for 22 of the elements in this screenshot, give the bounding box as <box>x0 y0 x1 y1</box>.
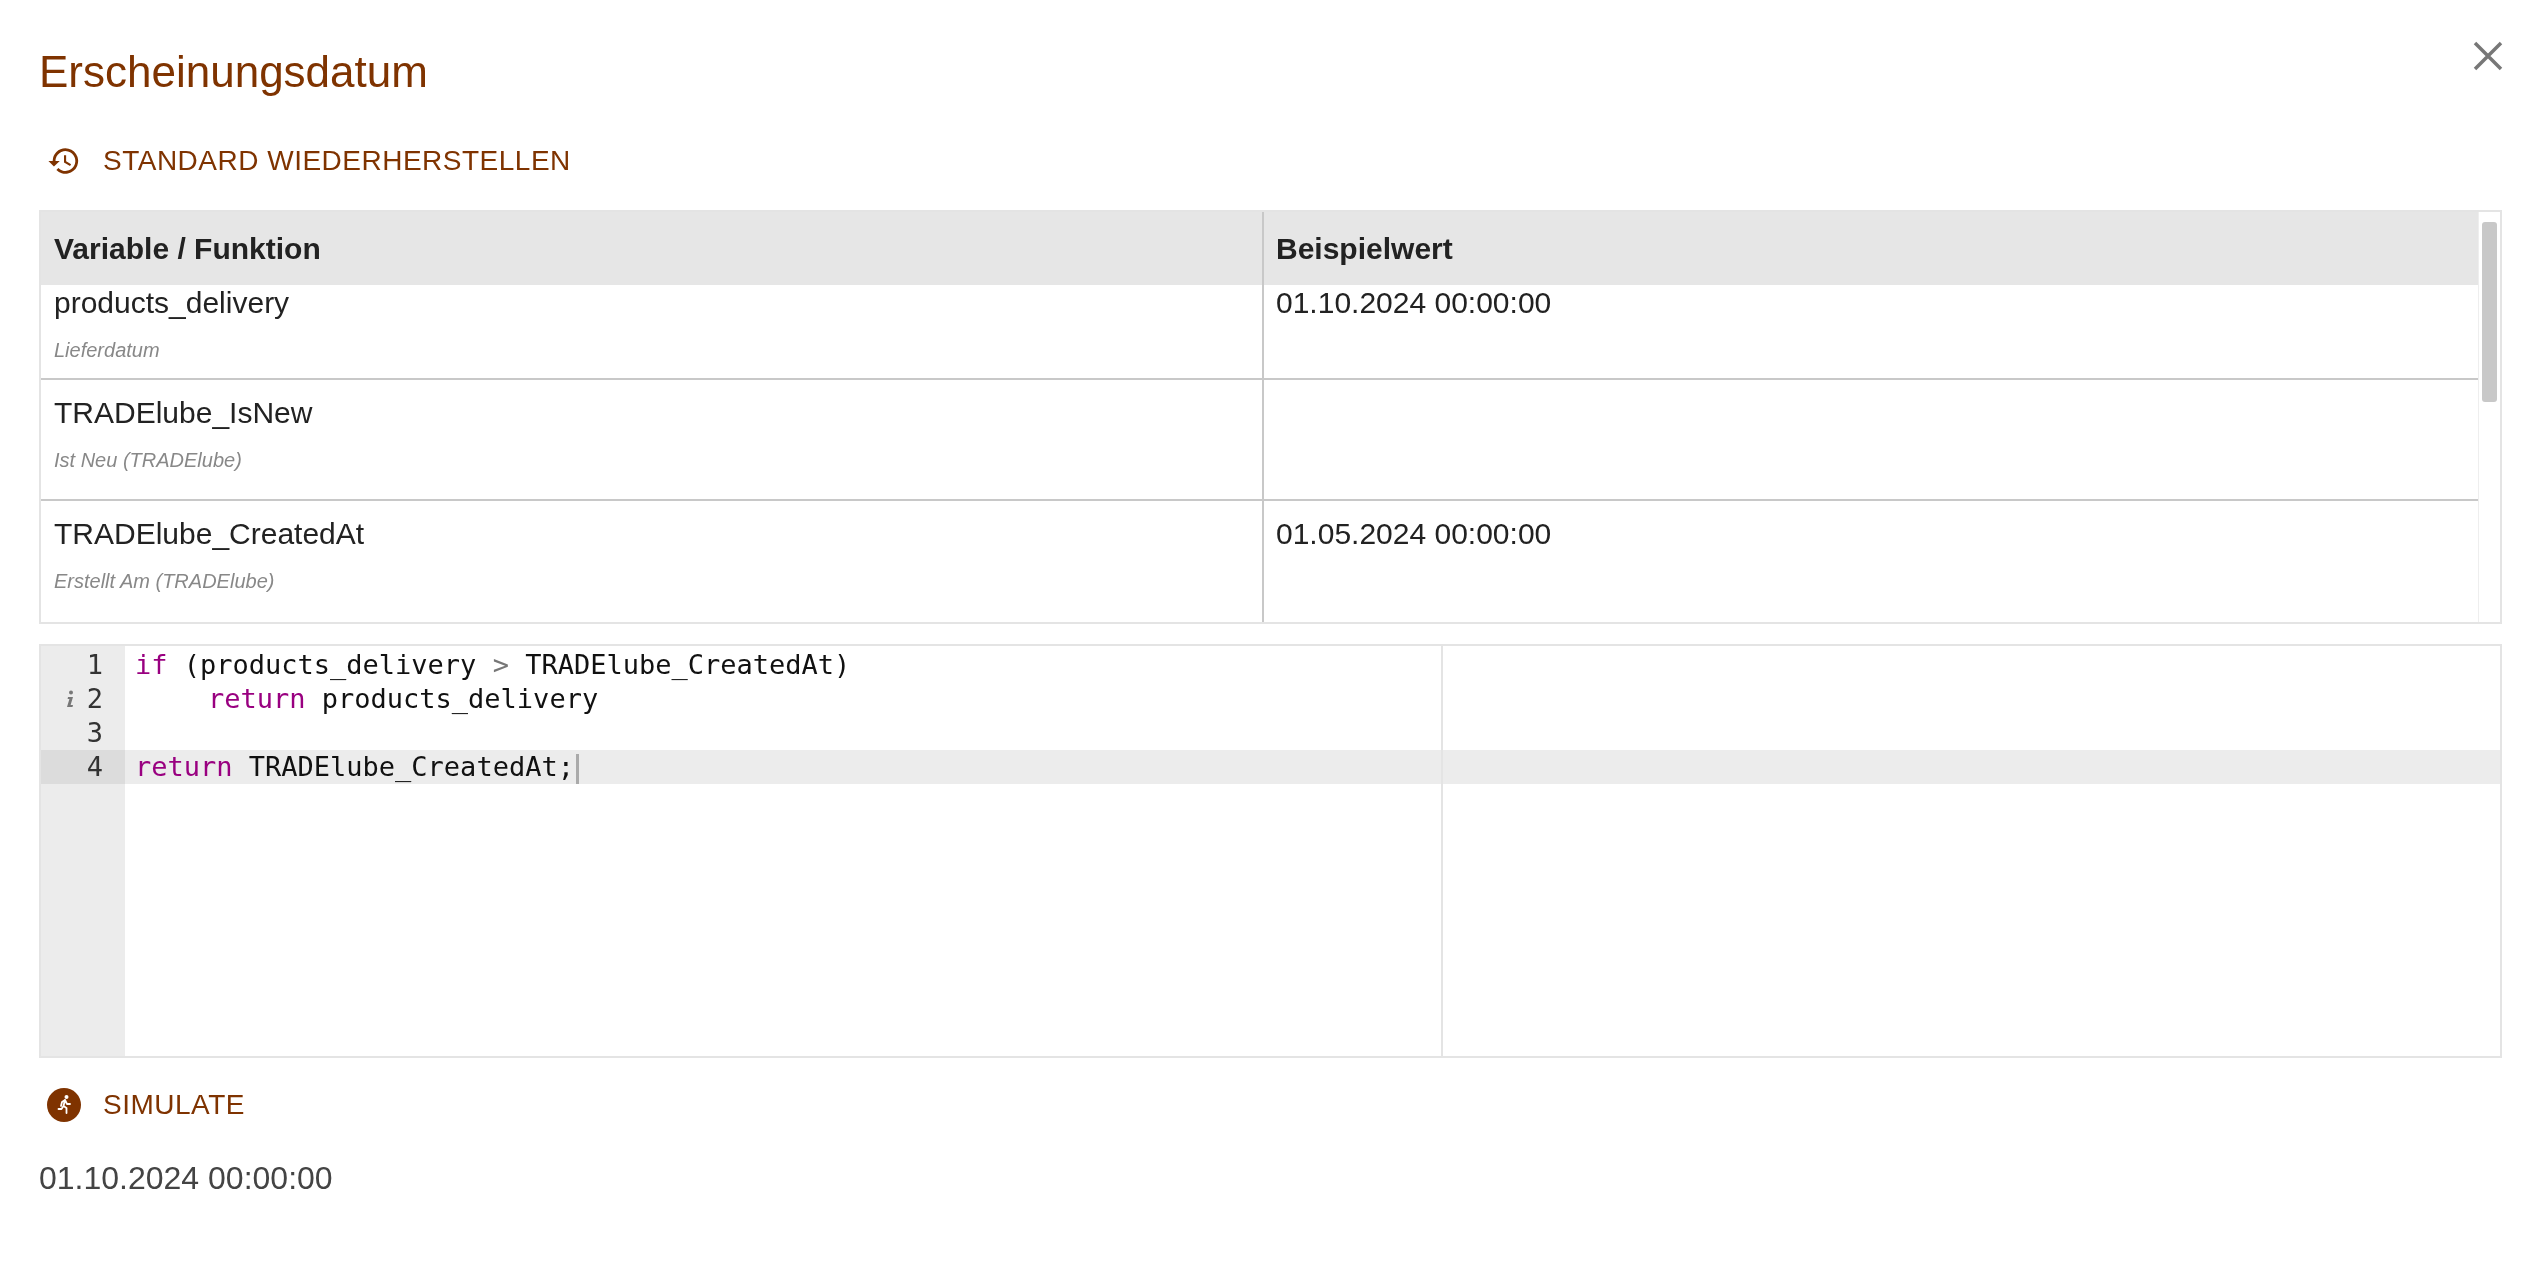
reset-button[interactable]: STANDARD WIEDERHERSTELLEN <box>39 134 579 188</box>
column-header: Beispielwert <box>1276 231 1453 268</box>
simulate-button[interactable]: SIMULATE <box>39 1078 253 1132</box>
dialog-title: Erscheinungsdatum <box>39 46 428 98</box>
variable-description: Ist Neu (TRADElube) <box>54 448 243 474</box>
code-editor[interactable]: 1 2 3 4 if (products_delivery > TRADElube_CreatedAt) return products_delivery return TRADElube_CreatedAt; <box>39 644 2502 1058</box>
example-value: 01.05.2024 00:00:00 <box>1276 516 1553 553</box>
variable-name: products_delivery <box>54 285 291 322</box>
line-number: 2 <box>86 682 103 716</box>
line-number: 4 <box>86 750 103 784</box>
line-number: 1 <box>86 648 103 682</box>
code-line: return products_delivery <box>207 683 599 714</box>
result-value: 01.10.2024 00:00:00 <box>39 1159 334 1198</box>
variable-name: TRADElube_IsNew <box>54 395 314 432</box>
example-value: 01.10.2024 00:00:00 <box>1276 285 1553 322</box>
variable-description: Erstellt Am (TRADElube) <box>54 569 276 595</box>
variable-name: TRADElube_CreatedAt <box>54 516 366 553</box>
variable-description: Lieferdatum <box>54 338 161 364</box>
code-line: return TRADElube_CreatedAt; <box>135 751 574 782</box>
code-line: if (products_delivery > TRADElube_CreatedAt) <box>135 649 851 680</box>
column-header: Variable / Funktion <box>54 231 321 268</box>
line-number: 3 <box>86 716 103 750</box>
